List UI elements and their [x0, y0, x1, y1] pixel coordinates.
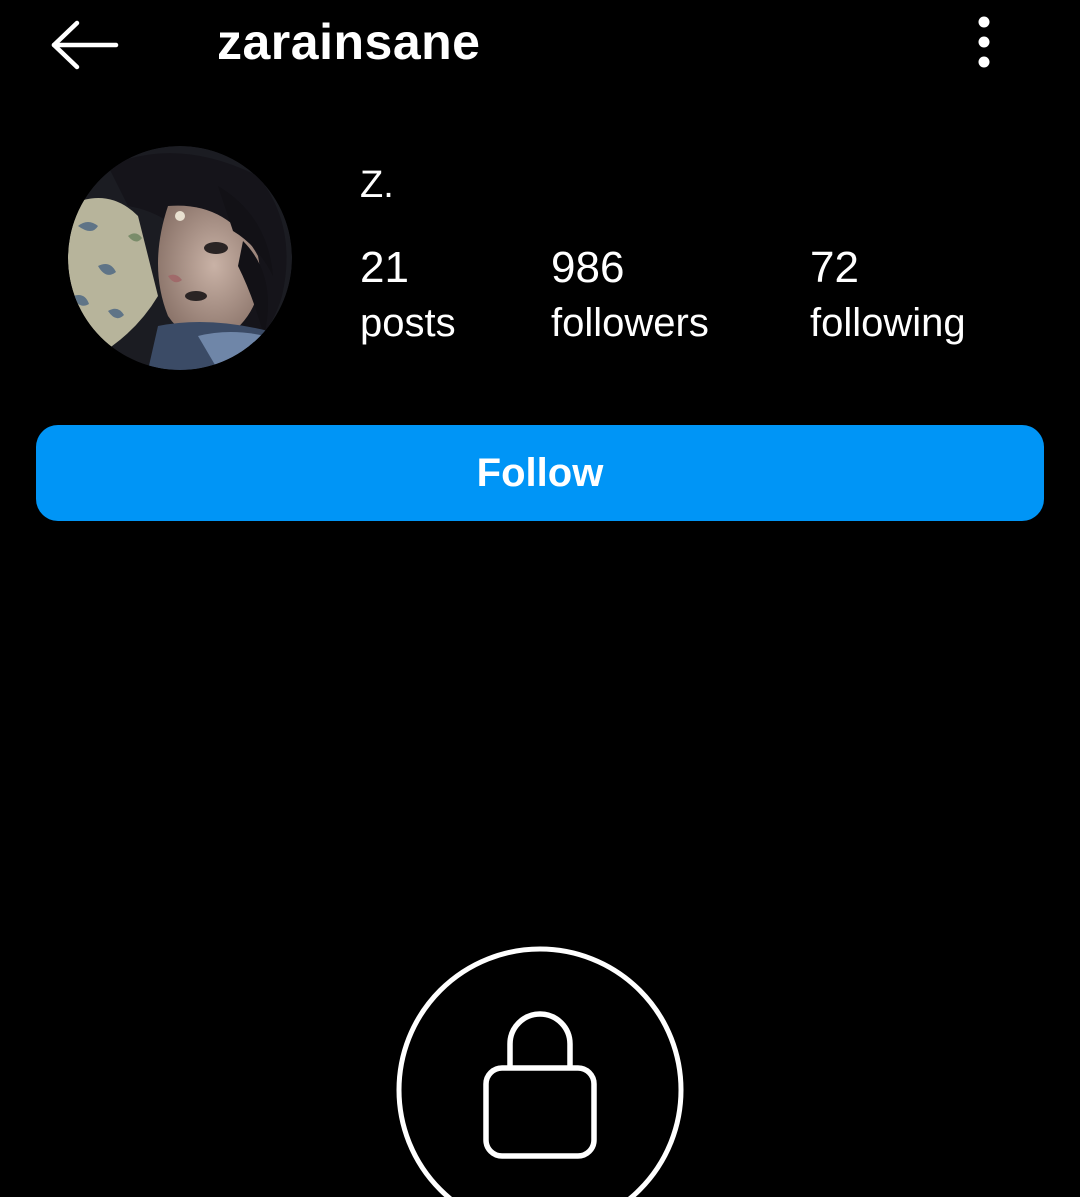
- posts-stat[interactable]: 21 posts: [360, 240, 456, 350]
- top-bar: zarainsane: [0, 0, 1080, 90]
- vertical-ellipsis-icon: [978, 16, 990, 68]
- avatar-image: [68, 146, 292, 370]
- following-stat[interactable]: 72 following: [810, 240, 966, 350]
- follow-button[interactable]: Follow: [36, 425, 1044, 521]
- posts-count: 21: [360, 243, 409, 292]
- more-options-button[interactable]: [954, 10, 1014, 74]
- profile-display-name: Z.: [360, 164, 394, 206]
- private-account-lock: [396, 946, 684, 1197]
- followers-count: 986: [551, 243, 625, 292]
- following-label: following: [810, 301, 966, 345]
- profile-page: zarainsane Z. 21 posts 986 followers 72 …: [0, 0, 1080, 1197]
- posts-label: posts: [360, 301, 456, 345]
- lock-icon: [396, 946, 684, 1197]
- profile-username: zarainsane: [217, 14, 481, 70]
- back-button[interactable]: [40, 10, 130, 80]
- followers-stat[interactable]: 986 followers: [551, 240, 709, 350]
- profile-avatar[interactable]: [68, 146, 292, 370]
- arrow-left-icon: [51, 20, 119, 70]
- following-count: 72: [810, 243, 859, 292]
- followers-label: followers: [551, 301, 709, 345]
